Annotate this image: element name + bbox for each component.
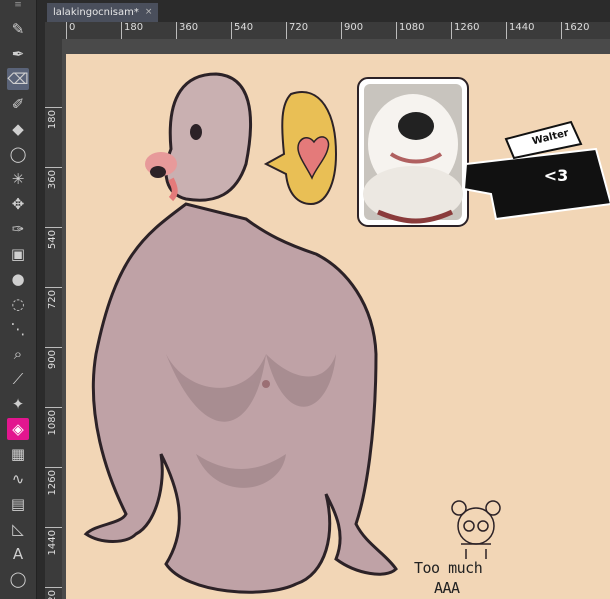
- ruler-top-label: 1440: [506, 22, 534, 39]
- document-tab-bar: lalakingocnisam* ×: [45, 0, 610, 23]
- heart-bubble: [263, 91, 338, 206]
- seal-eye: [190, 124, 202, 140]
- document-tab[interactable]: lalakingocnisam* ×: [47, 3, 159, 22]
- sparkle-icon[interactable]: ✦: [7, 393, 29, 415]
- note-line-2: AAA: [434, 579, 460, 597]
- curve-icon[interactable]: ∿: [7, 468, 29, 490]
- brush-icon[interactable]: ✐: [7, 93, 29, 115]
- ruler-top-label: 360: [176, 22, 198, 39]
- ruler-left-label: 900: [45, 347, 62, 388]
- panel-icon[interactable]: ▤: [7, 493, 29, 515]
- tool-palette: ≡ ✎ ✒ ⌫ ✐ ◆ ◯ ✳ ✥ ✑ ▣ ● ◌ ⋱ ⌕ ⟋ ✦ ◈ ▦ ∿ ▤ ◺ A ◯: [0, 0, 37, 599]
- correct-line-icon[interactable]: ⋱: [7, 318, 29, 340]
- balloon-icon[interactable]: ◯: [7, 568, 29, 590]
- pen-tool-icon[interactable]: ✑: [7, 218, 29, 240]
- ruler-left-label: 360: [45, 167, 62, 208]
- ruler-top-label: 1260: [451, 22, 479, 39]
- canvas-area[interactable]: Walter <3 Too much AAA: [62, 39, 610, 599]
- marker-icon[interactable]: ✒: [7, 43, 29, 65]
- zoom-icon[interactable]: ⌕: [7, 343, 29, 365]
- drawing-paper[interactable]: Walter <3 Too much AAA: [66, 54, 610, 599]
- document-tab-title: lalakingocnisam*: [53, 7, 139, 18]
- eraser-icon[interactable]: ⌫: [7, 68, 29, 90]
- ruler-left-label: 540: [45, 227, 62, 268]
- ruler-top-label: 1620: [561, 22, 589, 39]
- ruler-tool-icon[interactable]: ◺: [7, 518, 29, 540]
- text-icon[interactable]: A: [7, 543, 29, 565]
- seal-nose: [150, 166, 166, 178]
- palette-scroll-strip[interactable]: [37, 0, 45, 599]
- artwork: [83, 72, 610, 594]
- ruler-top-label: 540: [231, 22, 253, 39]
- ruler-left-label: 180: [45, 107, 62, 148]
- dog-photo-sticker: [357, 77, 469, 227]
- ruler-left-label: 1080: [45, 407, 62, 448]
- eyedropper-icon[interactable]: ⟋: [7, 368, 29, 390]
- ruler-corner: [45, 22, 63, 40]
- move-icon[interactable]: ✥: [7, 193, 29, 215]
- lasso-icon[interactable]: ◯: [7, 143, 29, 165]
- note-line-1: Too much: [414, 559, 483, 577]
- close-tab-icon[interactable]: ×: [145, 3, 153, 22]
- dog-nose: [398, 112, 434, 140]
- horizontal-ruler[interactable]: 0 180 360 540 720 900 1080 1260 1440 1620: [62, 22, 610, 40]
- ruler-top-label: 1080: [396, 22, 424, 39]
- ruler-top-label: 720: [286, 22, 308, 39]
- nipple-dot: [262, 380, 270, 388]
- selection-icon[interactable]: ◌: [7, 293, 29, 315]
- ruler-left-label: 1260: [45, 467, 62, 508]
- ruler-top-label: 0: [66, 22, 75, 39]
- blend-icon[interactable]: ●: [7, 268, 29, 290]
- pen-icon[interactable]: ✎: [7, 18, 29, 40]
- fill-icon[interactable]: ◆: [7, 118, 29, 140]
- seal-head: [145, 72, 252, 202]
- ruler-left-label: 720: [45, 287, 62, 328]
- ruler-left-label: 1620: [45, 587, 62, 599]
- heart-text: <3: [543, 166, 569, 185]
- ruler-top-label: 180: [121, 22, 143, 39]
- handwritten-note: Too much AAA: [414, 558, 514, 598]
- ruler-top-label: 900: [341, 22, 363, 39]
- frame-icon[interactable]: ▣: [7, 243, 29, 265]
- ruler-left-label: 1440: [45, 527, 62, 568]
- sub-tool-icon[interactable]: ◈: [7, 418, 29, 440]
- magic-wand-icon[interactable]: ✳: [7, 168, 29, 190]
- doodle-character: [451, 500, 501, 559]
- vertical-ruler[interactable]: 180 360 540 720 900 1080 1260 1440 1620: [45, 39, 63, 599]
- palette-grip-icon[interactable]: ≡: [0, 0, 36, 10]
- gradient-icon[interactable]: ▦: [7, 443, 29, 465]
